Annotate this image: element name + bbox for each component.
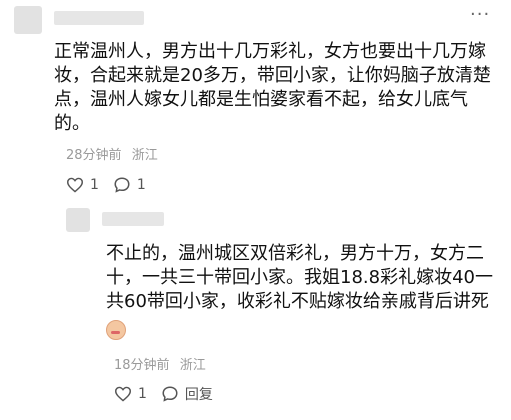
reply-text: 不止的，温州城区双倍彩礼，男方十万，女方二 十，一共三十带回小家。我姐18.8彩… (106, 242, 506, 314)
reply-label: 回复 (184, 387, 213, 403)
crying-face-emoji-icon (106, 320, 126, 340)
reply-line: 不止的，温州城区双倍彩礼，男方十万，女方二 (106, 243, 484, 264)
comment-bubble-icon (114, 177, 130, 193)
username-blurred[interactable] (102, 212, 164, 226)
like-count: 1 (90, 177, 99, 193)
comment-line: 点，温州人嫁女儿都是生怕婆家看不起，给女儿底气 (54, 89, 468, 110)
reply-count: 1 (136, 177, 146, 193)
reply-button[interactable]: 回复 (161, 384, 213, 404)
like-button[interactable]: 1 (114, 386, 147, 402)
comment-actions: 1 1 (66, 176, 160, 194)
reply-location: 浙江 (179, 358, 206, 373)
heart-icon (114, 386, 132, 402)
comment-time: 28分钟前 (66, 148, 122, 163)
comment-meta: 28分钟前 浙江 (66, 148, 158, 164)
heart-icon (66, 177, 84, 193)
comment-button[interactable]: 1 (113, 176, 146, 194)
more-dots-icon[interactable]: ··· (470, 6, 490, 24)
reply-line: 十，一共三十带回小家。我姐18.8彩礼嫁妆40一 (106, 267, 493, 288)
comment-text: 正常温州人，男方出十几万彩礼，女方也要出十几万嫁 妆，合起来就是20多万，带回小… (54, 40, 504, 136)
like-button[interactable]: 1 (66, 177, 99, 193)
avatar[interactable] (14, 6, 42, 34)
avatar[interactable] (66, 208, 90, 232)
like-count: 1 (138, 386, 147, 402)
reply-line: 共60带回小家，收彩礼不贴嫁妆给亲戚背后讲死 (106, 291, 489, 312)
comment-bubble-icon (162, 386, 178, 402)
reply-time: 18分钟前 (114, 358, 170, 373)
comment-line: 妆，合起来就是20多万，带回小家，让你妈脑子放清楚 (54, 65, 491, 86)
reply-actions: 1 回复 (114, 384, 227, 404)
username-blurred[interactable] (54, 11, 144, 25)
comment-line: 正常温州人，男方出十几万彩礼，女方也要出十几万嫁 (54, 41, 486, 62)
comment-location: 浙江 (131, 148, 158, 163)
comment-line: 的。 (54, 113, 90, 134)
reply-meta: 18分钟前 浙江 (114, 358, 206, 374)
